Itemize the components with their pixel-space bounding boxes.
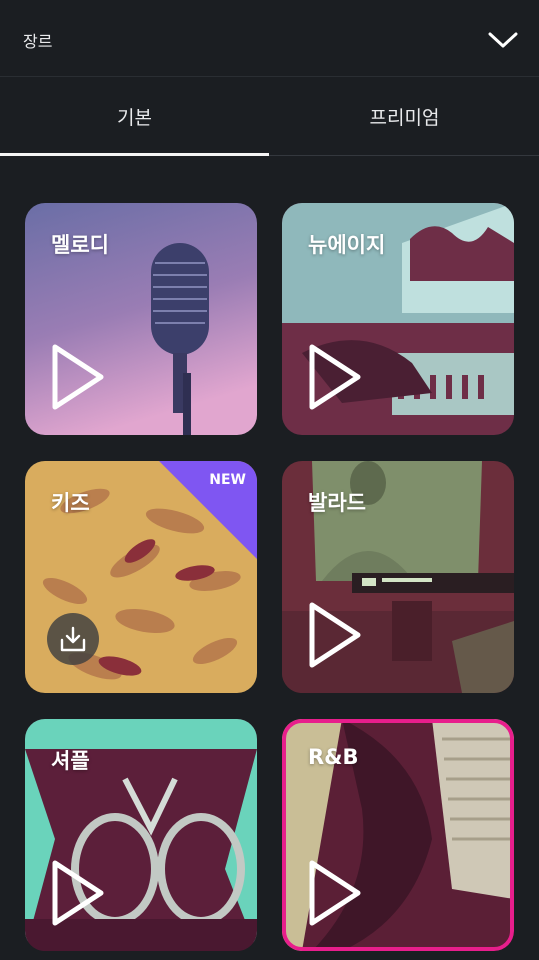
- collapse-button[interactable]: [485, 22, 521, 58]
- download-button[interactable]: [47, 613, 99, 665]
- play-icon[interactable]: [306, 343, 362, 411]
- genre-card-shuffle[interactable]: 셔플: [25, 719, 257, 951]
- genre-card-new-age[interactable]: 뉴에이지: [282, 203, 514, 435]
- new-badge-label: NEW: [209, 472, 246, 488]
- genre-label: 셔플: [51, 749, 90, 773]
- genre-label: R&B: [308, 745, 359, 769]
- genre-card-ballad[interactable]: 발라드: [282, 461, 514, 693]
- play-icon[interactable]: [49, 343, 105, 411]
- genre-card-kids[interactable]: NEW 키즈: [25, 461, 257, 693]
- genre-card-melody[interactable]: 멜로디: [25, 203, 257, 435]
- tab-premium-label: 프리미엄: [369, 106, 440, 129]
- tab-bar: 기본 프리미엄: [0, 77, 539, 156]
- tab-basic-label: 기본: [117, 106, 152, 129]
- active-tab-indicator: [0, 153, 269, 156]
- play-icon[interactable]: [49, 859, 105, 927]
- genre-label: 뉴에이지: [308, 233, 386, 257]
- header-title: 장르: [23, 32, 53, 51]
- chevron-down-icon: [488, 32, 518, 48]
- play-icon[interactable]: [306, 859, 362, 927]
- tab-basic[interactable]: 기본: [0, 77, 269, 155]
- genre-label: 멜로디: [51, 233, 109, 257]
- genre-label: 키즈: [51, 491, 90, 515]
- download-icon: [60, 626, 86, 652]
- genre-label: 발라드: [308, 491, 366, 515]
- genre-card-rnb[interactable]: R&B: [282, 719, 514, 951]
- genre-header: 장르: [0, 0, 539, 77]
- tab-premium[interactable]: 프리미엄: [270, 77, 539, 155]
- play-icon[interactable]: [306, 601, 362, 669]
